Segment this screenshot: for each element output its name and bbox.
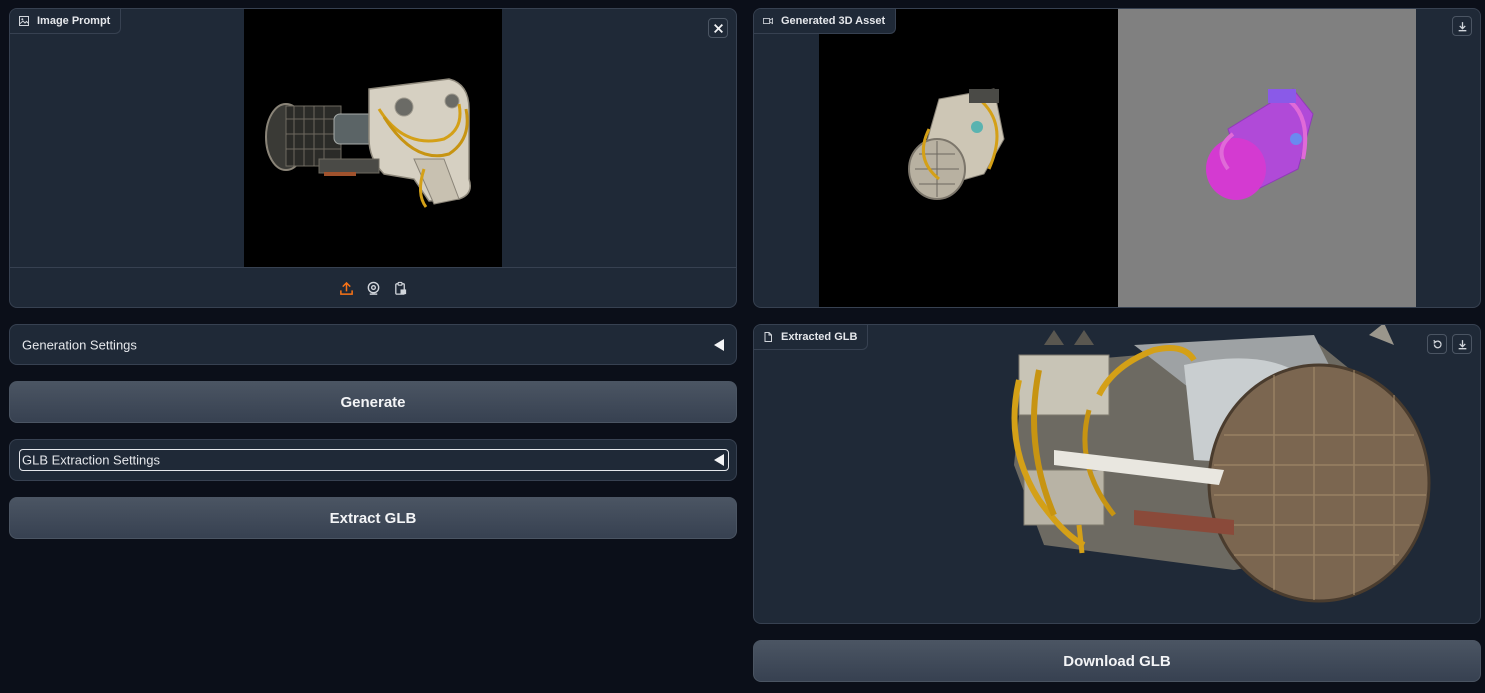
ray-gun-image bbox=[265, 78, 471, 208]
extract-glb-button[interactable]: Extract GLB bbox=[9, 497, 737, 539]
download-glb-icon-button[interactable] bbox=[1452, 334, 1472, 354]
prompt-image bbox=[244, 9, 502, 267]
upload-icon[interactable] bbox=[339, 281, 354, 296]
generated-asset-label-text: Generated 3D Asset bbox=[781, 15, 886, 27]
extracted-glb-panel: Extracted GLB bbox=[753, 324, 1481, 624]
glb-extraction-settings-accordion[interactable]: GLB Extraction Settings bbox=[9, 439, 737, 481]
download-glb-button[interactable]: Download GLB bbox=[753, 640, 1481, 682]
collapse-arrow-icon bbox=[714, 454, 724, 466]
generate-button[interactable]: Generate bbox=[9, 381, 737, 423]
video-normal-view bbox=[1118, 9, 1416, 307]
reset-icon bbox=[1432, 339, 1442, 348]
normal-render bbox=[1206, 88, 1314, 200]
textured-render bbox=[908, 88, 1005, 200]
image-prompt-label: Image Prompt bbox=[10, 9, 122, 34]
generated-asset-label: Generated 3D Asset bbox=[754, 9, 897, 34]
generation-settings-accordion[interactable]: Generation Settings bbox=[9, 324, 737, 365]
generation-settings-label: Generation Settings bbox=[22, 337, 137, 352]
download-icon bbox=[1458, 21, 1466, 31]
clipboard-icon[interactable] bbox=[393, 281, 408, 296]
image-icon bbox=[19, 16, 29, 26]
reset-view-button[interactable] bbox=[1427, 334, 1447, 354]
webcam-icon[interactable] bbox=[366, 281, 381, 296]
download-video-button[interactable] bbox=[1452, 16, 1472, 36]
image-prompt-label-text: Image Prompt bbox=[37, 15, 111, 27]
video-icon bbox=[763, 17, 773, 25]
model-3d-viewer[interactable] bbox=[754, 325, 1480, 623]
image-prompt-panel: Image Prompt bbox=[9, 8, 737, 308]
extracted-glb-label: Extracted GLB bbox=[754, 325, 869, 350]
generated-asset-panel: Generated 3D Asset bbox=[753, 8, 1481, 308]
clear-image-button[interactable] bbox=[708, 18, 728, 38]
source-selector-bar bbox=[10, 267, 736, 307]
video-textured-view bbox=[819, 9, 1118, 307]
glb-model-render bbox=[1011, 325, 1431, 603]
collapse-arrow-icon bbox=[714, 338, 724, 351]
download-icon bbox=[1458, 339, 1466, 349]
glb-extraction-settings-label: GLB Extraction Settings bbox=[22, 452, 161, 468]
extracted-glb-label-text: Extracted GLB bbox=[781, 331, 858, 343]
close-icon bbox=[713, 23, 723, 33]
file-icon bbox=[764, 332, 772, 342]
